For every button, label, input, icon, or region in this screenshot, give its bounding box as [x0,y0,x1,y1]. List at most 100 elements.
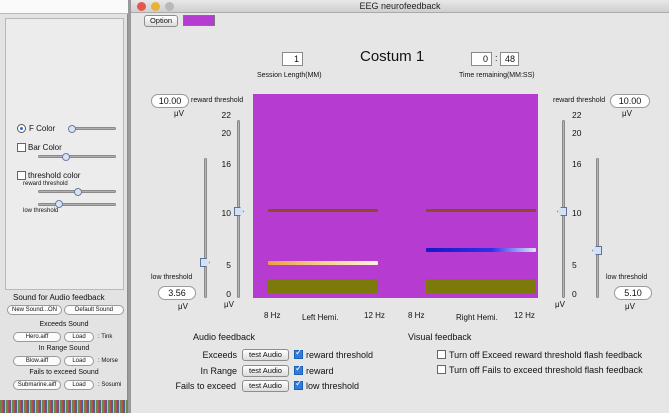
f-color-radio[interactable] [17,124,26,133]
left-y-tick: 0 [226,289,231,299]
settings-panel: F Color Bar Color threshold color reward… [0,0,128,413]
left-y-tick: 10 [221,208,231,218]
time-remaining-seconds: 48 [500,52,519,66]
right-x-start: 8 Hz [408,311,425,320]
flash-exceed-checkbox[interactable] [437,350,446,359]
right-y-tick: 0 [572,289,577,299]
eeg-plot [268,209,536,293]
left-band-bar [268,279,378,293]
bar-color-slider-knob[interactable] [62,153,70,161]
new-sound-button[interactable]: New Sound...ON [7,305,62,315]
f-color-slider-knob[interactable] [68,125,76,133]
left-low-threshold-knob[interactable] [200,258,210,267]
left-low-threshold-slider[interactable] [204,158,207,298]
right-reward-threshold-knob[interactable] [557,207,567,216]
left-x-end: 12 Hz [364,311,385,320]
right-axis-unit: μV [555,300,565,309]
threshold-color-checkbox[interactable] [17,171,26,180]
left-reward-unit: μV [174,109,184,118]
left-reward-threshold-knob[interactable] [234,207,244,216]
audio-row-label: Exceeds [202,350,237,360]
in-range-load-button[interactable]: Load [64,356,94,366]
right-x-end: 12 Hz [514,311,535,320]
left-low-unit: μV [178,302,188,311]
audio-row-label: In Range [200,366,237,376]
in-range-sound-title: In Range Sound [38,345,90,352]
right-reward-threshold-label: reward threshold [553,97,606,104]
left-current-line [268,261,378,265]
audio-row-checkbox[interactable] [294,379,303,390]
audio-row-checkbox-label: reward threshold [306,350,374,360]
right-low-threshold-input[interactable]: 5.10 [614,286,652,300]
left-y-tick: 16 [221,159,231,169]
test-audio-button[interactable]: test Audio [242,380,289,392]
window-title: EEG neurofeedback [359,1,441,11]
default-sound-button[interactable]: Default Sound [64,305,124,315]
fails-sound-file: Submarine.aiff [13,380,61,390]
visual-feedback-title: Visual feedback [408,332,472,342]
right-y-tick: 20 [572,128,582,138]
exceeds-sound-file: Hero.aiff [13,332,61,342]
left-y-tick: 5 [226,260,231,270]
page-title: Costum 1 [360,48,425,65]
low-threshold-color-slider[interactable] [38,203,116,206]
exceeds-sound-title: Exceeds Sound [39,321,89,328]
right-y-tick: 22 [572,110,582,120]
in-range-sound-name: : Morse [98,358,119,364]
left-y-tick: 22 [221,110,231,120]
right-low-threshold-knob[interactable] [592,246,602,255]
time-remaining-label: Time remaining(MM:SS) [459,72,535,79]
time-remaining-minutes: 0 [471,52,492,66]
left-reward-line [268,209,378,212]
exceeds-sound-name: : Tink [98,334,113,340]
f-color-label: F Color [29,124,56,133]
bar-color-checkbox[interactable] [17,143,26,152]
right-y-tick: 5 [572,260,577,270]
right-band-bar [426,279,536,293]
low-threshold-color-knob[interactable] [55,200,63,208]
left-y-tick: 20 [221,128,231,138]
bar-color-label: Bar Color [28,143,62,152]
left-reward-threshold-input[interactable]: 10.00 [151,94,189,108]
bar-color-slider[interactable] [38,155,116,158]
color-swatch[interactable] [183,15,215,26]
left-axis-unit: μV [224,300,234,309]
audio-row-checkbox[interactable] [294,364,303,375]
fails-load-button[interactable]: Load [64,380,94,390]
right-low-threshold-slider[interactable] [596,158,599,298]
option-button[interactable]: Option [144,15,178,27]
in-range-sound-file: Blow.aiff [13,356,61,366]
eeg-plot-area [253,94,538,298]
flash-fails-label: Turn off Fails to exceed threshold flash… [449,365,643,375]
eeg-window: EEG neurofeedback Option 1 Session Lengt… [131,0,669,413]
audio-row-checkbox-label: reward [306,366,334,376]
audio-row-checkbox[interactable] [294,348,303,359]
fails-sound-name: : Sosumi [98,382,122,388]
test-audio-button[interactable]: test Audio [242,349,289,361]
right-current-line [426,248,536,252]
audio-row-label: Fails to exceed [175,381,236,391]
test-audio-button[interactable]: test Audio [242,365,289,377]
title-bar[interactable]: EEG neurofeedback [131,0,669,13]
exceeds-load-button[interactable]: Load [64,332,94,342]
audio-row-checkbox-label: low threshold [306,381,360,391]
right-reward-threshold-input[interactable]: 10.00 [610,94,650,108]
flash-exceed-label: Turn off Exceed reward threshold flash f… [449,350,643,360]
left-low-threshold-label: low threshold [151,274,193,281]
right-y-tick: 10 [572,208,582,218]
low-threshold-color-label: low threshold [23,208,59,214]
panel-header-strip [0,0,128,14]
right-hemi-label: Right Hemi. [456,313,498,322]
right-reward-unit: μV [622,109,632,118]
left-x-start: 8 Hz [264,311,281,320]
session-length-input[interactable]: 1 [282,52,303,66]
left-low-threshold-input[interactable]: 3.56 [158,286,196,300]
flash-fails-checkbox[interactable] [437,365,446,374]
audio-feedback-title: Audio feedback [193,332,256,342]
reward-threshold-color-label: reward threshold [23,181,68,187]
right-low-unit: μV [625,302,635,311]
right-y-tick: 16 [572,159,582,169]
reward-threshold-color-knob[interactable] [74,188,82,196]
fails-sound-title: Fails to exceed Sound [29,369,99,376]
right-reward-line [426,209,536,212]
